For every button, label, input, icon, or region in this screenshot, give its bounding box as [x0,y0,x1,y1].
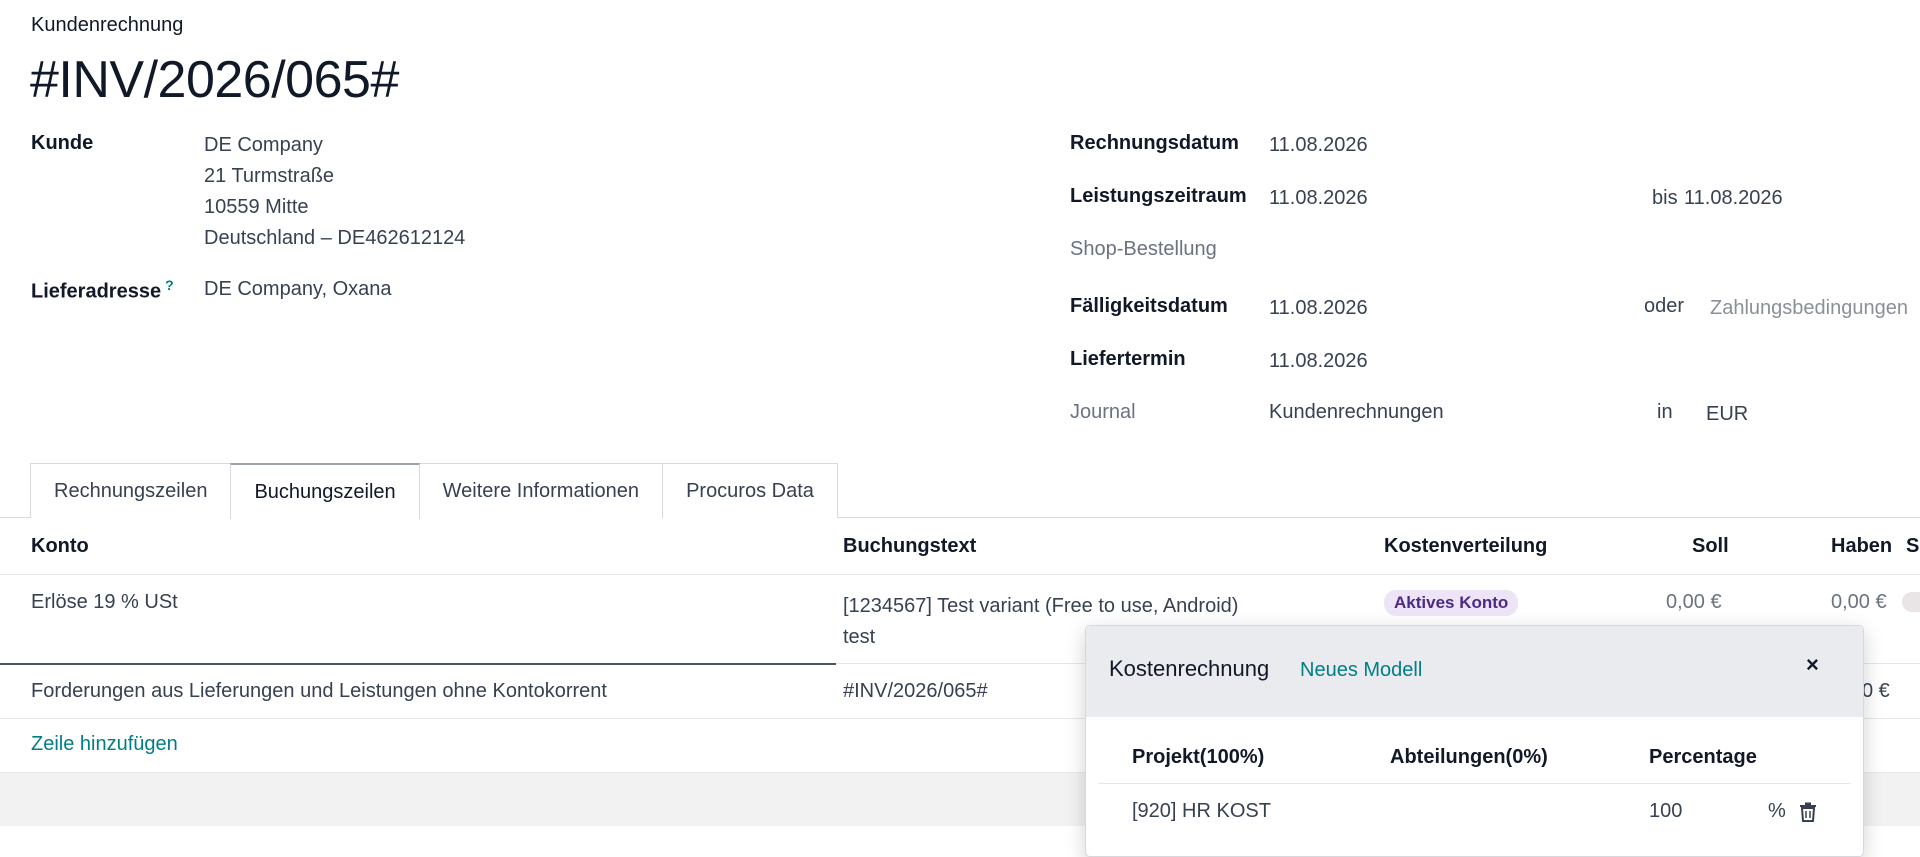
shop-order-label: Shop-Bestellung [1070,238,1217,260]
popup-column-percentage: Percentage [1649,746,1757,768]
add-line-link[interactable]: Zeile hinzufügen [31,733,178,756]
tab-invoice-lines[interactable]: Rechnungszeilen [30,463,232,518]
document-type-label: Kundenrechnung [31,14,184,36]
new-model-link[interactable]: Neues Modell [1300,659,1422,682]
column-header-distribution[interactable]: Kostenverteilung [1384,535,1547,558]
column-header-account[interactable]: Konto [31,535,89,558]
column-header-credit[interactable]: Haben [1831,535,1892,558]
customer-street: 21 Turmstraße [204,165,335,187]
popup-column-project: Projekt(100%) [1132,746,1265,768]
percentage-field[interactable]: 100 [1649,800,1682,823]
notebook-tabs: Rechnungszeilen Buchungszeilen Weitere I… [30,463,838,519]
customer-country-vat: Deutschland – DE462612124 [204,227,466,249]
in-label: in [1657,401,1673,423]
analytic-distribution-popup: Kostenrechnung Neues Modell × Projekt(10… [1085,625,1864,857]
payment-terms-field[interactable]: Zahlungsbedingungen [1710,297,1908,320]
row-label[interactable]: #INV/2026/065# [843,680,988,703]
due-date-field[interactable]: 11.08.2026 [1269,297,1368,320]
customer-address[interactable]: DE Company 21 Turmstraße 10559 Mitte Deu… [204,130,465,254]
delivery-address-label-text: Lieferadresse [31,280,162,303]
customer-city: 10559 Mitte [204,196,309,218]
service-period-from-field[interactable]: 11.08.2026 [1269,187,1368,210]
delivery-date-field[interactable]: 11.08.2026 [1269,350,1368,373]
popup-title: Kostenrechnung [1109,656,1270,681]
column-header-label[interactable]: Buchungstext [843,535,976,558]
journal-field[interactable]: Kundenrechnungen [1269,401,1444,424]
tab-other-info[interactable]: Weitere Informationen [418,463,664,518]
service-period-to-label: bis [1652,187,1678,209]
row-account[interactable]: Erlöse 19 % USt [31,591,178,614]
invoice-date-label: Rechnungsdatum [1070,132,1239,154]
customer-name[interactable]: DE Company [204,130,465,161]
row-credit[interactable]: 0,00 € [1831,591,1887,614]
row-account[interactable]: Forderungen aus Lieferungen und Leistung… [31,680,607,703]
row-debit[interactable]: 0,00 € [1666,591,1722,614]
tab-journal-items[interactable]: Buchungszeilen [230,463,420,519]
row-toggle[interactable] [1902,592,1920,612]
help-icon[interactable]: ? [165,277,174,293]
delivery-address-field[interactable]: DE Company, Oxana [204,278,392,301]
row-credit[interactable]: 0 € [1862,680,1890,703]
tab-procuros-data[interactable]: Procuros Data [662,463,838,518]
delivery-address-label: Lieferadresse? [31,277,174,304]
row-label-line1: [1234567] Test variant (Free to use, And… [843,595,1239,617]
popup-header: Kostenrechnung Neues Modell × [1086,626,1863,717]
popup-column-department: Abteilungen(0%) [1390,746,1548,768]
popup-separator [1098,783,1851,784]
trash-icon[interactable] [1799,802,1817,822]
column-header-debit[interactable]: Soll [1692,535,1729,558]
status-badge[interactable]: Aktives Konto [1384,590,1519,616]
close-icon[interactable]: × [1806,652,1819,678]
delivery-date-label: Liefertermin [1070,348,1186,370]
service-period-to-field[interactable]: 11.08.2026 [1684,187,1783,210]
percent-unit: % [1768,800,1786,822]
or-label: oder [1644,295,1685,317]
invoice-number-title: #INV/2026/065# [30,51,399,109]
currency-field[interactable]: EUR [1706,403,1748,426]
due-date-label: Fälligkeitsdatum [1070,295,1228,317]
customer-label: Kunde [31,132,94,154]
column-header-partial[interactable]: S [1906,535,1919,558]
service-period-label: Leistungszeitraum [1070,185,1247,207]
analytic-distribution-cell[interactable]: Aktives Konto [1384,590,1519,616]
project-field[interactable]: [920] HR KOST [1132,800,1271,823]
invoice-date-field[interactable]: 11.08.2026 [1269,134,1368,157]
journal-label: Journal [1070,401,1136,423]
